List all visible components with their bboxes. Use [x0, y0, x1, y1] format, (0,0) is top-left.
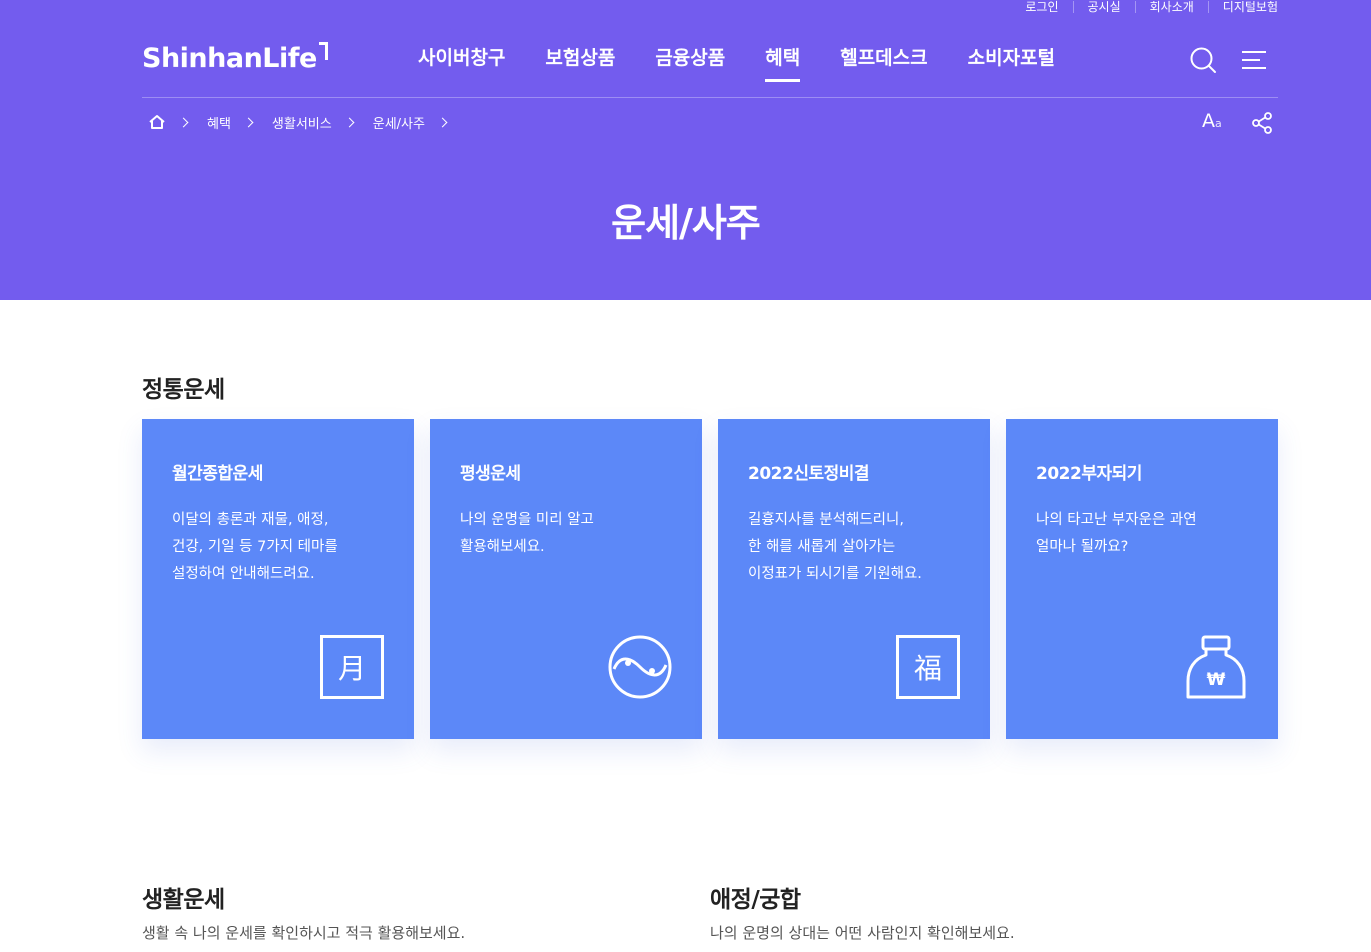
digital-insurance-link[interactable]: 디지털보험: [1207, 1, 1278, 13]
disclosure-link[interactable]: 공시실: [1072, 1, 1135, 13]
card-title: 2022부자되기: [1036, 464, 1142, 484]
nav-item-consumer-portal[interactable]: 소비자포털: [968, 44, 1055, 72]
search-icon: [1190, 47, 1216, 73]
yin-yang-icon: [608, 635, 672, 699]
card-desc: 나의 운명을 미리 알고 활용해보세요.: [460, 512, 594, 555]
company-link[interactable]: 회사소개: [1134, 1, 1208, 13]
section-title-love: 애정/궁합: [710, 887, 801, 913]
card-lifetime-fortune[interactable]: 평생운세 나의 운명을 미리 알고 활용해보세요.: [430, 419, 702, 739]
header-divider: [142, 97, 1278, 98]
card-tojeong-fortune[interactable]: 2022신토정비결 길흉지사를 분석해드리니, 한 해를 새롭게 살아가는 이정…: [718, 419, 990, 739]
breadcrumb-label: 운세/사주: [372, 116, 425, 132]
breadcrumb-item[interactable]: 운세/사주: [373, 113, 466, 132]
font-size-button[interactable]: A a: [1202, 110, 1222, 132]
money-bag-icon: ₩: [1184, 635, 1248, 699]
section-title-traditional: 정통운세: [142, 377, 225, 403]
moon-character-glyph: 月: [320, 635, 384, 699]
won-glyph: ₩: [1207, 670, 1226, 690]
chevron-right-icon: [243, 117, 254, 127]
font-size-icon-small: a: [1215, 117, 1222, 130]
card-title: 월간종합운세: [172, 464, 263, 484]
hamburger-menu-icon: [1242, 51, 1266, 69]
font-size-icon: A: [1202, 110, 1215, 132]
logo-mark-icon: [318, 42, 328, 60]
breadcrumb: 혜택 생활서비스 운세/사주: [148, 111, 466, 133]
section-desc-life: 생활 속 나의 운세를 확인하시고 적극 활용해보세요.: [142, 924, 466, 942]
fortune-card-list: 월간종합운세 이달의 총론과 재물, 애정, 건강, 기일 등 7가지 테마를 …: [142, 419, 1278, 739]
chevron-right-icon: [344, 117, 355, 127]
section-title-life: 생활운세: [142, 887, 225, 913]
breadcrumb-label: 혜택: [207, 116, 231, 132]
home-icon: [149, 115, 165, 129]
money-bag-svg: ₩: [1186, 635, 1246, 699]
fortune-character-glyph: 福: [896, 635, 960, 699]
card-title: 2022신토정비결: [748, 464, 870, 484]
nav-item-benefits[interactable]: 혜택: [765, 44, 800, 82]
logo[interactable]: ShinhanLife: [142, 42, 328, 76]
breadcrumb-home[interactable]: [148, 114, 207, 130]
card-desc: 이달의 총론과 재물, 애정, 건강, 기일 등 7가지 테마를 설정하여 안내…: [172, 512, 338, 582]
moon-character-icon: 月: [320, 635, 384, 699]
card-wealth-fortune[interactable]: 2022부자되기 나의 타고난 부자운은 과연 얼마나 될까요? ₩: [1006, 419, 1278, 739]
fortune-character-icon: 福: [896, 635, 960, 699]
page-title: 운세/사주: [611, 201, 761, 245]
nav-item-insurance[interactable]: 보험상품: [545, 44, 615, 72]
chevron-right-icon: [178, 117, 189, 127]
nav-item-finance[interactable]: 금융상품: [655, 44, 725, 72]
card-title: 평생운세: [460, 464, 521, 484]
menu-button[interactable]: [1239, 45, 1269, 75]
nav-item-cyber-window[interactable]: 사이버창구: [418, 44, 505, 72]
header-hero: 로그인 공시실 회사소개 디지털보험 ShinhanLife 사이버창구 보험상…: [0, 0, 1371, 300]
breadcrumb-item[interactable]: 생활서비스: [272, 113, 373, 132]
main-nav: 사이버창구 보험상품 금융상품 혜택 헬프데스크 소비자포털: [418, 44, 1095, 82]
breadcrumb-item[interactable]: 혜택: [207, 113, 272, 132]
card-monthly-fortune[interactable]: 월간종합운세 이달의 총론과 재물, 애정, 건강, 기일 등 7가지 테마를 …: [142, 419, 414, 739]
section-desc-love: 나의 운명의 상대는 어떤 사람인지 확인해보세요.: [710, 924, 1015, 942]
card-desc: 나의 타고난 부자운은 과연 얼마나 될까요?: [1036, 512, 1197, 555]
utility-nav: 로그인 공시실 회사소개 디지털보험: [1011, 0, 1278, 14]
login-link[interactable]: 로그인: [1011, 1, 1072, 13]
share-icon: [1252, 112, 1272, 134]
breadcrumb-label: 생활서비스: [271, 116, 332, 132]
search-button[interactable]: [1188, 45, 1218, 75]
card-desc: 길흉지사를 분석해드리니, 한 해를 새롭게 살아가는 이정표가 되시기를 기원…: [748, 512, 922, 582]
logo-text: ShinhanLife: [142, 43, 317, 74]
share-button[interactable]: [1250, 111, 1274, 135]
chevron-right-icon: [437, 117, 448, 127]
nav-item-helpdesk[interactable]: 헬프데스크: [840, 44, 927, 72]
yin-yang-svg: [608, 635, 672, 699]
